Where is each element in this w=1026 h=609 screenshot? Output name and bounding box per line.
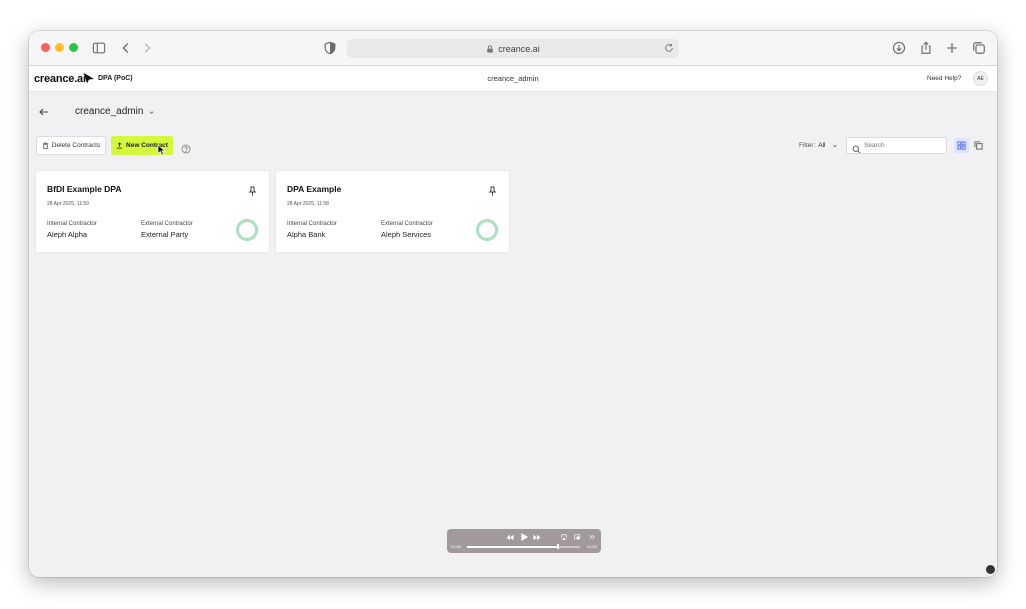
contract-date: 28 Apr 2025, 11:59: [47, 201, 89, 207]
elapsed-time: 01:50: [451, 544, 462, 549]
more-options-icon[interactable]: [588, 532, 596, 542]
avatar[interactable]: AE: [973, 71, 988, 86]
donut-fill: [236, 219, 258, 241]
filter-label: Filter:: [799, 142, 816, 149]
privacy-shield-icon[interactable]: [322, 40, 338, 56]
minimize-window-button[interactable]: [55, 43, 64, 52]
grid-icon: [957, 137, 966, 155]
rewind-icon[interactable]: [505, 532, 515, 542]
external-contractor-value: External Party: [141, 230, 189, 239]
filter-dropdown[interactable]: Filter: All: [799, 142, 838, 149]
org-name: creance_admin: [75, 106, 144, 117]
corner-badge-icon: [986, 565, 995, 574]
pin-icon[interactable]: [488, 183, 497, 196]
forward-icon[interactable]: [139, 40, 155, 56]
close-window-button[interactable]: [41, 43, 50, 52]
org-selector[interactable]: creance_admin: [75, 106, 155, 117]
filter-value: All: [818, 142, 826, 149]
contract-title: BfDI Example DPA: [47, 184, 122, 194]
logo-mark-icon: [83, 71, 95, 84]
need-help-link[interactable]: Need Help?: [927, 75, 961, 82]
logo[interactable]: creance.ai: [34, 73, 86, 85]
list-view-toggle[interactable]: [971, 138, 986, 153]
stack-icon: [974, 137, 983, 155]
contract-card[interactable]: BfDI Example DPA 28 Apr 2025, 11:59 Inte…: [36, 171, 269, 252]
share-icon[interactable]: [918, 40, 934, 56]
chevron-down-icon: [148, 108, 155, 115]
tab-overview-icon[interactable]: [971, 40, 987, 56]
external-contractor-label: External Contractor: [141, 221, 193, 227]
compliance-donut: [476, 219, 498, 241]
help-circle-icon[interactable]: [181, 141, 191, 154]
product-label: DPA (PoC): [98, 75, 133, 82]
fast-forward-icon[interactable]: [532, 532, 542, 542]
chevron-down-icon: [832, 143, 838, 149]
trash-icon: [42, 142, 49, 149]
picture-in-picture-icon[interactable]: [573, 532, 581, 542]
scrubber-handle[interactable]: [557, 544, 559, 549]
search-input[interactable]: [864, 142, 944, 149]
internal-contractor-value: Alpha Bank: [287, 230, 326, 239]
zoom-window-button[interactable]: [69, 43, 78, 52]
play-icon[interactable]: [518, 531, 530, 543]
airplay-icon[interactable]: [560, 532, 568, 542]
scrubber-track[interactable]: [467, 544, 580, 549]
app-header: creance.ai DPA (PoC) creance_admin Need …: [29, 66, 997, 92]
back-icon[interactable]: [118, 40, 134, 56]
internal-contractor-label: Internal Contractor: [47, 221, 97, 227]
contract-date: 28 Apr 2025, 11:58: [287, 201, 329, 207]
pin-icon[interactable]: [248, 183, 257, 196]
media-controls: 01:50 01:53: [447, 529, 601, 553]
contract-card[interactable]: DPA Example 28 Apr 2025, 11:58 Internal …: [276, 171, 509, 252]
lock-icon: [486, 44, 494, 53]
external-contractor-label: External Contractor: [381, 221, 433, 227]
browser-toolbar: creance.ai: [29, 31, 997, 66]
url-text: creance.ai: [498, 43, 540, 54]
downloads-icon[interactable]: [891, 40, 907, 56]
mouse-cursor-icon: [157, 144, 166, 156]
reload-icon[interactable]: [664, 43, 674, 53]
compliance-donut: [236, 219, 258, 241]
contract-title: DPA Example: [287, 184, 342, 194]
delete-contracts-button[interactable]: Delete Contracts: [36, 136, 106, 155]
new-tab-icon[interactable]: [944, 40, 960, 56]
remaining-time: 01:53: [586, 544, 597, 549]
sidebar-toggle-icon[interactable]: [91, 40, 107, 56]
scrubber-progress: [467, 546, 558, 548]
internal-contractor-label: Internal Contractor: [287, 221, 337, 227]
grid-view-toggle[interactable]: [954, 138, 969, 153]
donut-fill: [476, 219, 498, 241]
search-box[interactable]: [846, 137, 947, 154]
address-bar[interactable]: creance.ai: [347, 39, 679, 58]
back-arrow-icon[interactable]: [38, 105, 50, 117]
internal-contractor-value: Aleph Alpha: [47, 230, 88, 239]
delete-contracts-label: Delete Contracts: [51, 142, 101, 149]
browser-window: creance.ai creance.ai DPA (PoC) creance_…: [29, 31, 997, 577]
header-current-user: creance_admin: [487, 74, 539, 83]
upload-icon: [116, 142, 123, 149]
search-icon: [852, 141, 861, 154]
external-contractor-value: Aleph Services: [381, 230, 432, 239]
